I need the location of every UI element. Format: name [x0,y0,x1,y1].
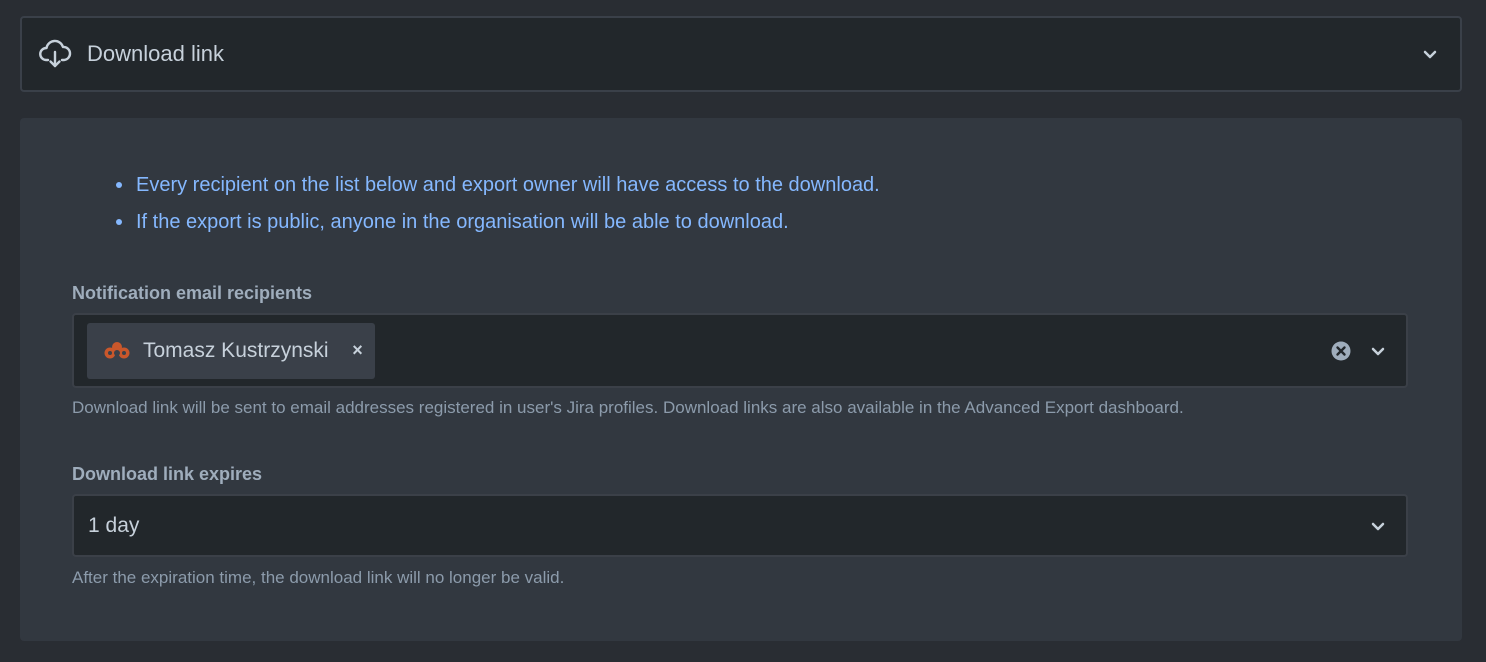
chevron-down-icon[interactable] [1368,516,1388,536]
cloud-download-icon [38,37,72,71]
info-text: Every recipient on the list below and ex… [136,174,880,196]
user-avatar-icon [103,339,133,363]
expiry-value: 1 day [88,513,140,537]
expiry-label: Download link expires [72,464,263,484]
recipients-help-text: Download link will be sent to email addr… [72,398,1184,417]
recipient-name: Tomasz Kustrzynski [143,338,329,362]
expiry-select[interactable]: 1 day [72,494,1408,557]
list-item: If the export is public, anyone in the o… [116,207,880,244]
clear-circle-icon[interactable] [1330,340,1352,362]
recipients-label: Notification email recipients [72,283,313,303]
recipient-tag: Tomasz Kustrzynski × [87,322,375,379]
header-title: Download link [87,41,224,66]
recipients-select[interactable]: Tomasz Kustrzynski × [72,313,1408,388]
remove-recipient-icon[interactable]: × [351,340,365,361]
info-list: Every recipient on the list below and ex… [116,170,880,244]
bullet-icon [116,219,122,225]
chevron-down-icon[interactable] [1420,44,1440,64]
info-text: If the export is public, anyone in the o… [136,211,789,233]
chevron-down-icon[interactable] [1368,341,1388,361]
bullet-icon [116,182,122,188]
expiry-help-text: After the expiration time, the download … [72,568,565,587]
download-link-accordion-header[interactable]: Download link [20,16,1462,92]
list-item: Every recipient on the list below and ex… [116,170,880,207]
